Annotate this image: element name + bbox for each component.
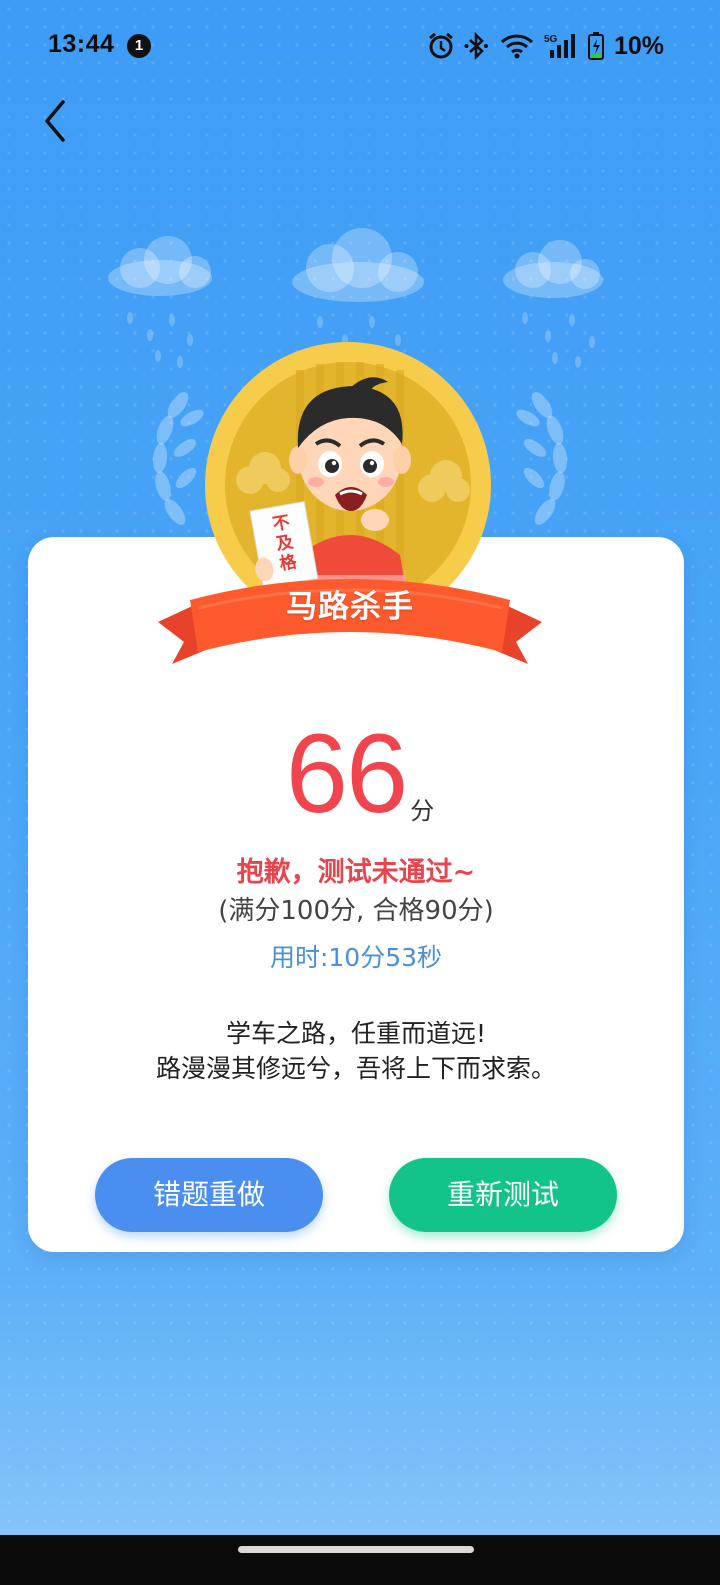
score-value: 66 bbox=[285, 711, 409, 836]
result-medal: 不 及 格 bbox=[158, 342, 542, 664]
badge-title: 马路杀手 bbox=[286, 589, 414, 625]
time-used: 用时:10分53秒 bbox=[269, 943, 443, 972]
retest-button[interactable]: 重新测试 bbox=[389, 1158, 617, 1232]
gesture-handle[interactable] bbox=[238, 1546, 474, 1553]
cloud-center-icon bbox=[292, 228, 424, 302]
redo-wrong-questions-button[interactable]: 错题重做 bbox=[95, 1158, 323, 1232]
fail-message: 抱歉，测试未通过~ bbox=[236, 857, 476, 888]
score-display: 66 分 bbox=[0, 714, 720, 834]
motto-line-1: 学车之路，任重而道远! bbox=[225, 1019, 487, 1048]
cloud-left-icon bbox=[108, 236, 212, 296]
motto-line-2: 路漫漫其修远兮，吾将上下而求索。 bbox=[155, 1054, 556, 1083]
score-unit: 分 bbox=[410, 797, 435, 825]
pass-rules: (满分100分, 合格90分) bbox=[218, 896, 494, 926]
cloud-right-icon bbox=[503, 240, 603, 298]
system-nav-bar bbox=[0, 1535, 720, 1585]
